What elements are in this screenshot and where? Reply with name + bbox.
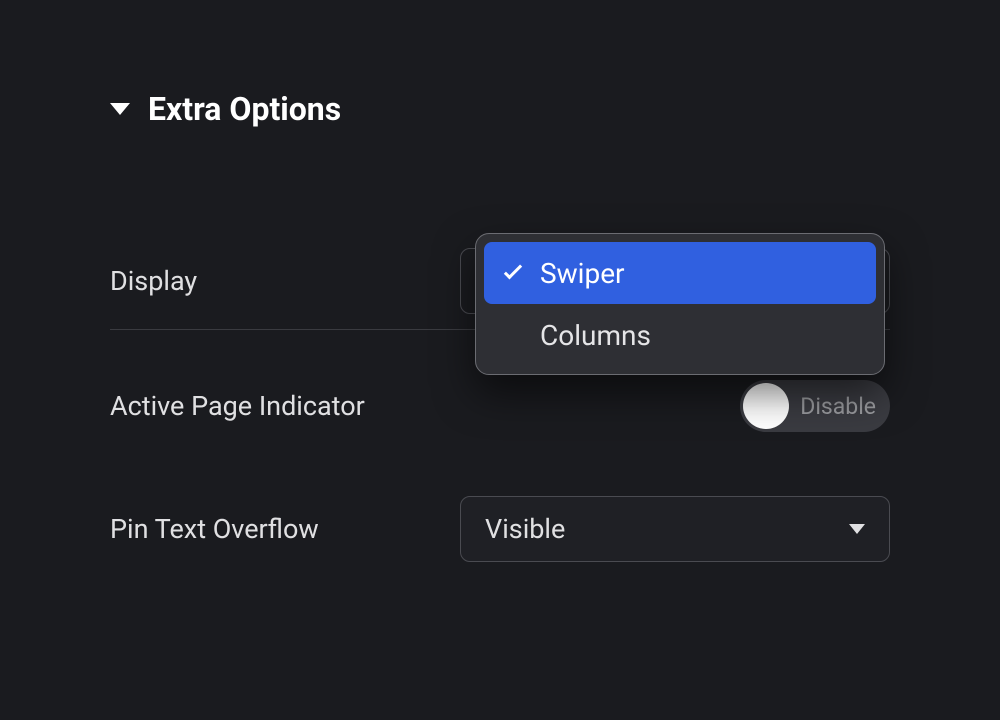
display-label: Display xyxy=(110,265,460,297)
section-title: Extra Options xyxy=(148,90,341,128)
display-option-swiper[interactable]: Swiper xyxy=(484,242,876,304)
active-page-indicator-toggle[interactable]: Disable xyxy=(740,380,890,432)
pin-text-overflow-label: Pin Text Overflow xyxy=(110,513,460,545)
pin-text-overflow-dropdown[interactable]: Visible xyxy=(460,496,890,562)
toggle-knob xyxy=(743,383,789,429)
toggle-state-label: Disable xyxy=(800,393,876,420)
section-header[interactable]: Extra Options xyxy=(110,90,890,128)
display-option-label: Swiper xyxy=(540,257,625,290)
checkmark-icon xyxy=(502,264,524,282)
pin-text-overflow-row: Pin Text Overflow Visible xyxy=(110,476,890,582)
collapse-triangle-icon xyxy=(110,103,130,115)
chevron-down-icon xyxy=(849,524,865,534)
settings-panel: Extra Options Display Swiper Columns Act… xyxy=(0,0,1000,582)
pin-text-overflow-value: Visible xyxy=(485,513,565,545)
display-dropdown-popup: Swiper Columns xyxy=(475,233,885,375)
display-row: Display Swiper Columns xyxy=(110,243,890,319)
active-page-indicator-label: Active Page Indicator xyxy=(110,390,460,422)
display-option-label: Columns xyxy=(540,319,651,352)
display-option-columns[interactable]: Columns xyxy=(484,304,876,366)
